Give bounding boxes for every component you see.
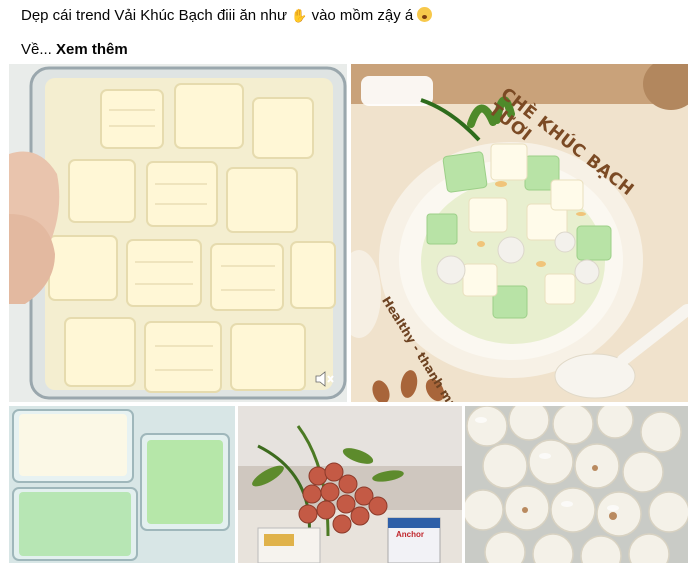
jelly-trays-image <box>9 406 235 563</box>
photo-grid: CHÈ KHÚC BẠCH TƯƠI Healthy - thanh mát A… <box>9 64 688 563</box>
caption-line-2: Về... Xem thêm <box>21 40 681 60</box>
jelly-cubes-image <box>9 64 347 402</box>
lychees-image <box>238 406 462 563</box>
flushed-face-icon <box>417 7 433 22</box>
photo-jelly-trays[interactable] <box>9 406 235 563</box>
caption-text-part1: Dẹp cái trend Vải Khúc Bạch điii ăn như <box>21 7 288 24</box>
photo-lychees-and-milk[interactable]: Anchor <box>238 406 462 563</box>
photo-jelly-cubes[interactable] <box>9 64 347 402</box>
photo-peeled-lychees[interactable] <box>465 406 688 563</box>
photo-che-khuc-bach-bowl[interactable]: CHÈ KHÚC BẠCH TƯƠI Healthy - thanh mát <box>351 64 688 402</box>
peeled-lychees-image <box>465 406 688 563</box>
caption-text-part2: vào mồm zậy á <box>311 7 414 24</box>
post-caption: Dẹp cái trend Vải Khúc Bạch điii ăn như … <box>21 6 681 60</box>
carton-brand-label: Anchor <box>396 530 424 539</box>
mute-icon[interactable] <box>313 368 335 390</box>
facebook-post: Dẹp cái trend Vải Khúc Bạch điii ăn như … <box>0 0 696 563</box>
see-more-link[interactable]: Xem thêm <box>56 41 128 58</box>
clapping-hands-icon: ✋ <box>291 8 308 23</box>
caption-line-1: Dẹp cái trend Vải Khúc Bạch điii ăn như … <box>21 6 681 26</box>
caption-prefix: Về... <box>21 41 52 58</box>
